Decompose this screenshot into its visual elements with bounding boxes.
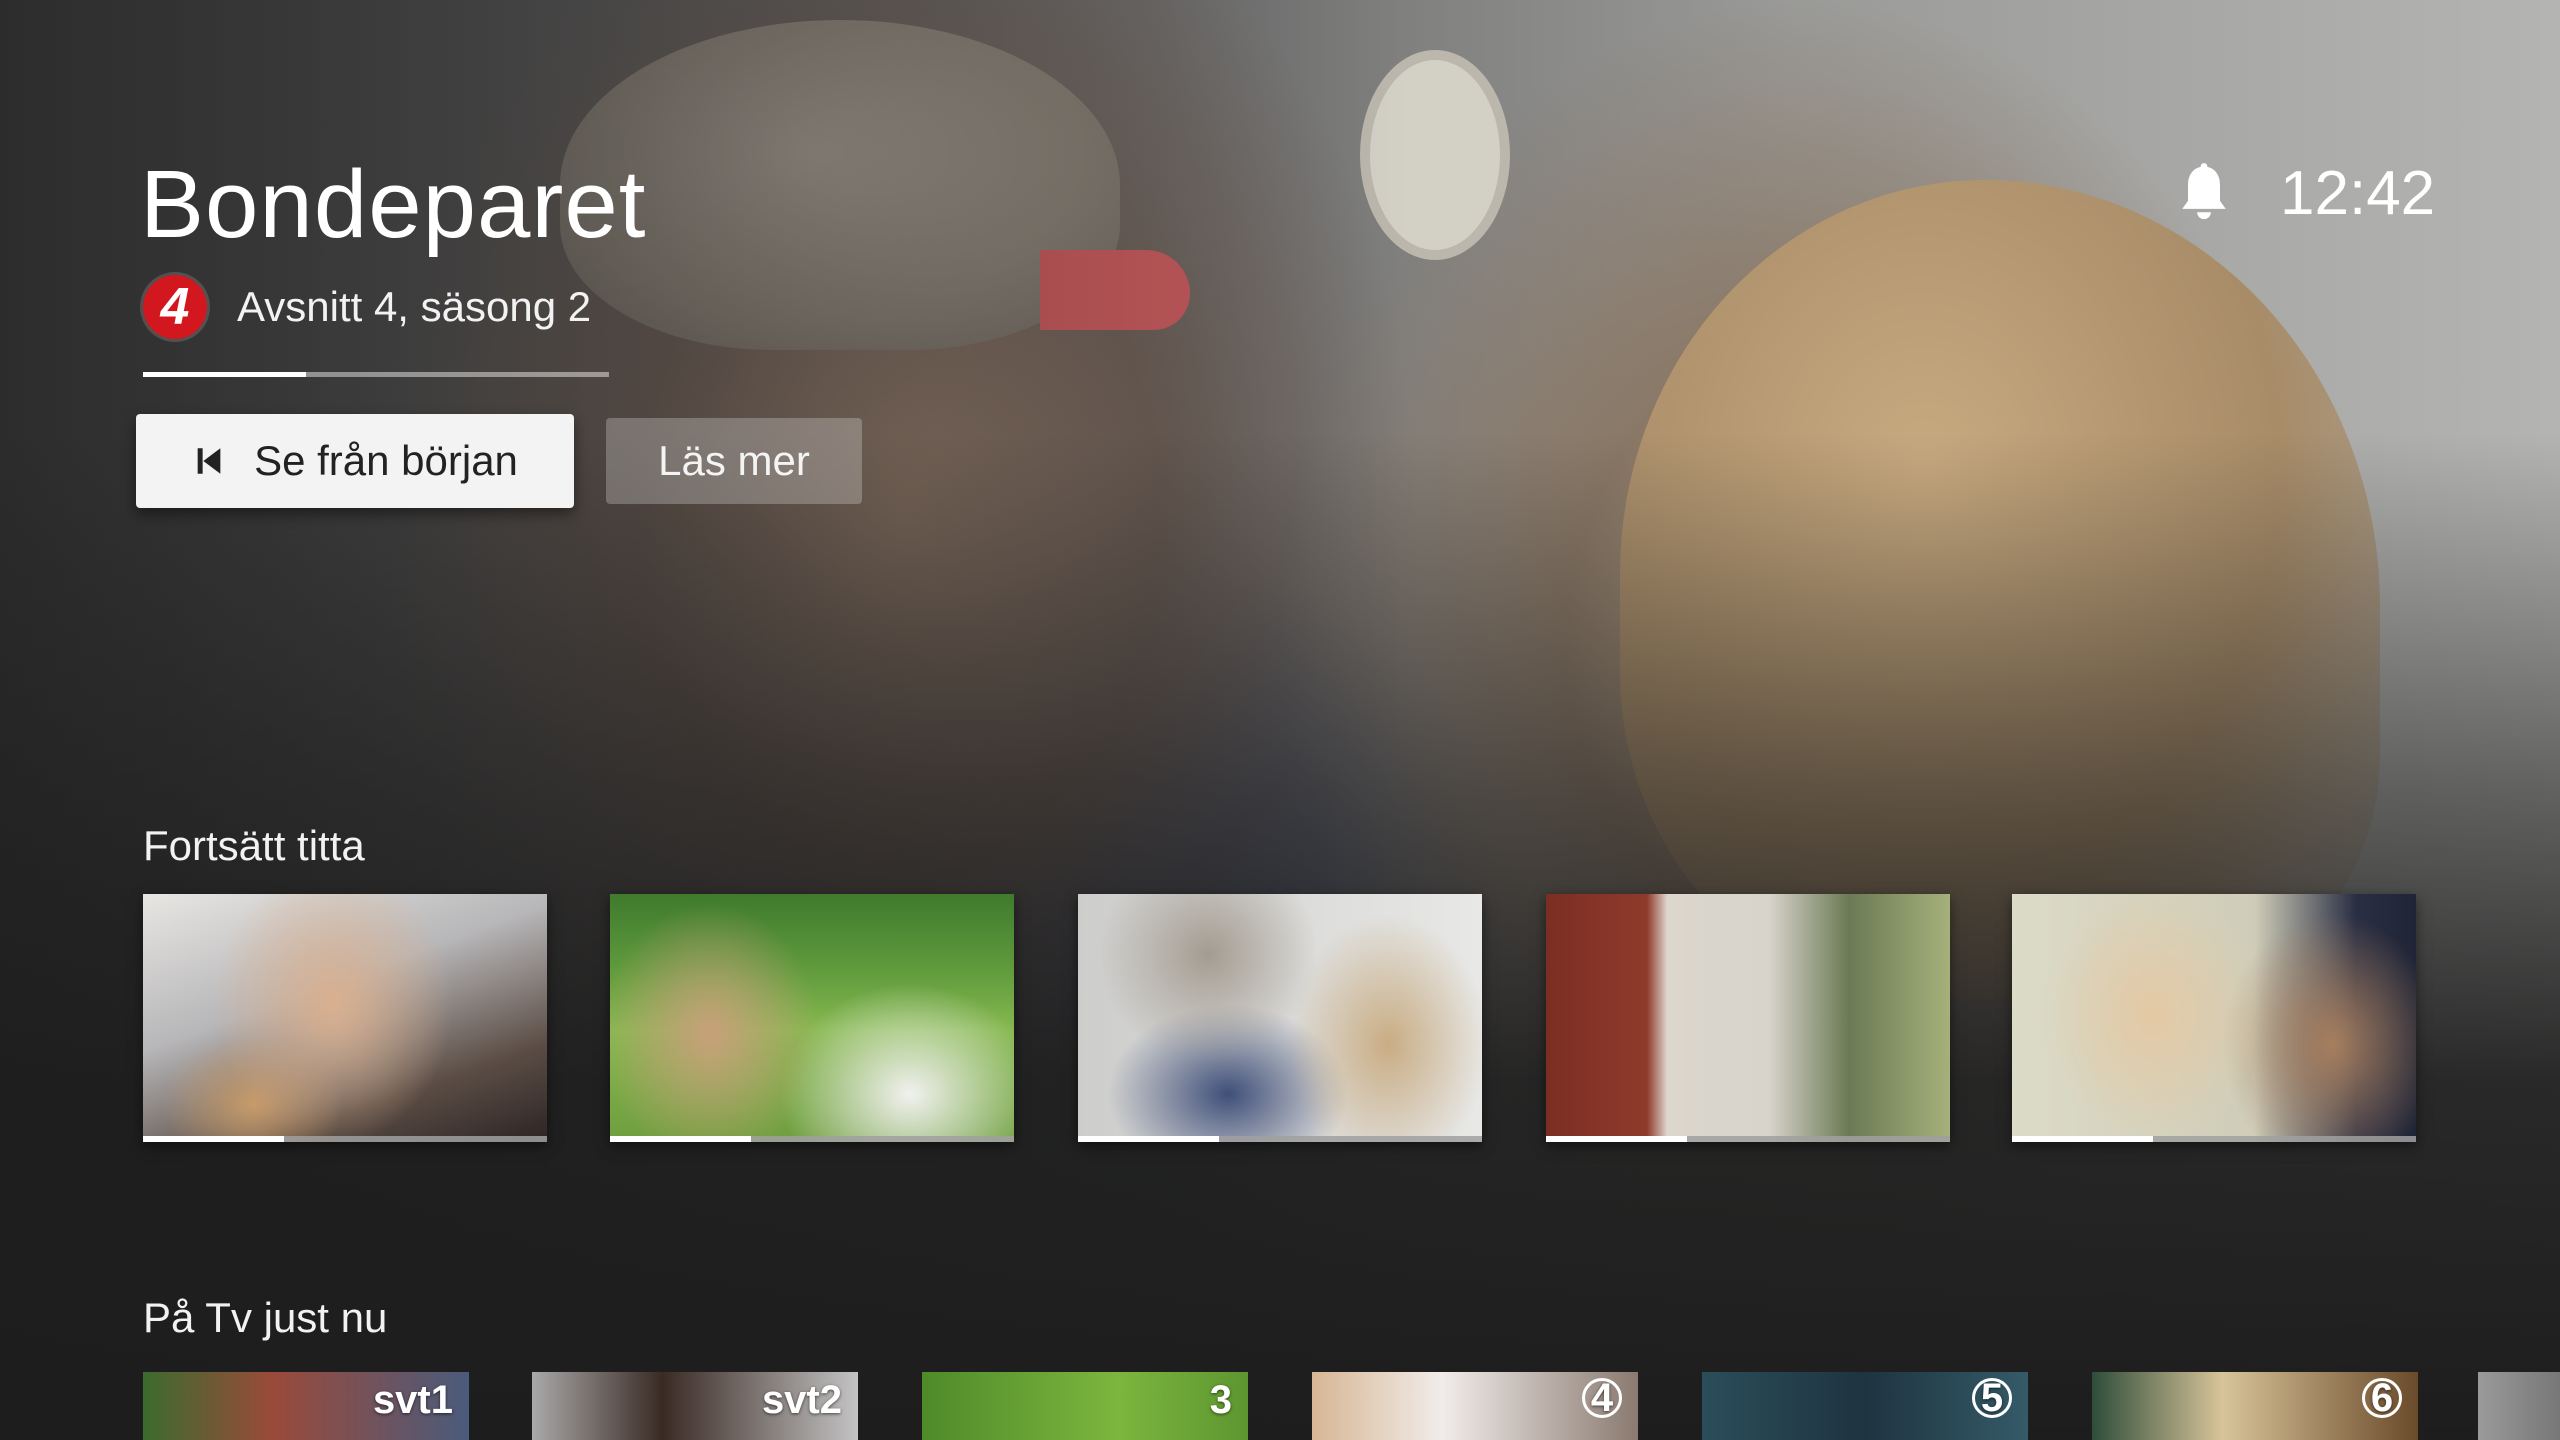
- channel-badge: svt2: [761, 1378, 842, 1422]
- live-channel-card-5[interactable]: 5: [1702, 1372, 2028, 1440]
- notification-bell-icon[interactable]: [2176, 162, 2232, 226]
- live-channel-card-svt1[interactable]: svt1: [143, 1372, 469, 1440]
- row-title-on-tv-now: På Tv just nu: [143, 1294, 388, 1341]
- show-title: Bondeparet: [140, 151, 647, 258]
- live-channel-card-3[interactable]: 3: [922, 1372, 1248, 1440]
- continue-card-progress-bar: [1546, 1136, 1950, 1142]
- continue-card-thumbnail: [1546, 894, 1950, 1142]
- live-channel-card-4[interactable]: 4: [1312, 1372, 1638, 1440]
- channel-badge: 4: [1582, 1376, 1622, 1420]
- continue-card-3[interactable]: [1078, 894, 1482, 1142]
- channel-badge: 3: [1209, 1378, 1232, 1422]
- continue-card-thumbnail: [143, 894, 547, 1142]
- continue-card-thumbnail: [610, 894, 1014, 1142]
- live-channel-card-6[interactable]: 6: [2092, 1372, 2418, 1440]
- read-more-label: Läs mer: [658, 437, 810, 484]
- live-card-thumbnail: [922, 1372, 1248, 1440]
- channel-badge: svt1: [372, 1378, 453, 1422]
- channel-badge: 6: [2362, 1376, 2402, 1420]
- episode-label: Avsnitt 4, säsong 2: [237, 283, 592, 330]
- live-card-thumbnail: [2478, 1372, 2560, 1440]
- row-title-continue-watching: Fortsätt titta: [143, 822, 365, 869]
- live-channel-card-svt2[interactable]: svt2: [532, 1372, 858, 1440]
- play-from-start-button[interactable]: Se från början: [136, 414, 574, 508]
- clock-time: 12:42: [2280, 159, 2436, 228]
- skip-previous-icon: [197, 448, 221, 474]
- continue-card-4[interactable]: [1546, 894, 1950, 1142]
- continue-card-thumbnail: [2012, 894, 2416, 1142]
- read-more-button[interactable]: Läs mer: [606, 418, 862, 504]
- channel-badge: 5: [1972, 1376, 2012, 1420]
- play-from-start-label: Se från början: [254, 437, 518, 484]
- continue-card-thumbnail: [1078, 894, 1482, 1142]
- continue-card-progress-bar: [610, 1136, 1014, 1142]
- live-channel-card-7[interactable]: [2478, 1372, 2560, 1440]
- episode-meta: 4 Avsnitt 4, säsong 2: [143, 275, 591, 339]
- continue-card-progress-bar: [143, 1136, 547, 1142]
- continue-card-2[interactable]: [610, 894, 1014, 1142]
- watch-progress-bar: [143, 372, 609, 377]
- continue-card-1[interactable]: [143, 894, 547, 1142]
- continue-card-progress-bar: [2012, 1136, 2416, 1142]
- continue-card-progress-bar: [1078, 1136, 1482, 1142]
- continue-card-5[interactable]: [2012, 894, 2416, 1142]
- tv4-channel-logo: 4: [143, 275, 207, 339]
- watch-progress-fill: [143, 372, 307, 377]
